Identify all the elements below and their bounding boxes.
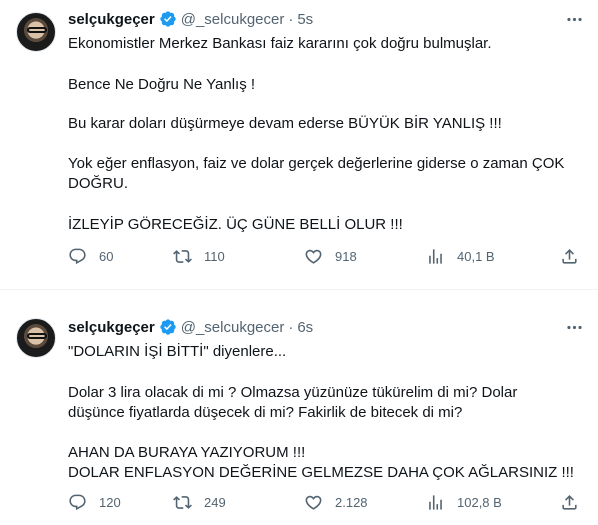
timestamp[interactable]: 5s [297, 11, 313, 28]
retweet-button[interactable]: 249 [173, 493, 226, 512]
retweet-count: 249 [204, 494, 226, 510]
avatar[interactable] [16, 12, 56, 52]
retweet-icon [173, 249, 192, 263]
views-button[interactable]: 102,8 B [426, 493, 502, 512]
timestamp[interactable]: 6s [297, 319, 313, 336]
tweet-paragraph: Bence Ne Doğru Ne Yanlış ! [68, 76, 256, 93]
like-count: 918 [335, 248, 357, 264]
retweet-button[interactable]: 110 [173, 247, 225, 266]
action-bar: 120 249 2.128 102,8 B [64, 492, 582, 512]
separator-dot: · [288, 318, 294, 336]
tweet-header: selçukgeçer @_selcukgecer · 5s [68, 9, 313, 29]
tweet-paragraph: Dolar 3 lira olacak di mi ? Olmazsa yüzü… [68, 384, 522, 421]
reply-button[interactable]: 60 [68, 247, 113, 266]
tweet[interactable]: selçukgeçer @_selcukgecer · 6s "DOLARIN … [0, 290, 598, 525]
like-count: 2.128 [335, 494, 368, 510]
share-button[interactable] [560, 493, 579, 512]
verified-badge-icon [160, 11, 176, 27]
heart-icon [305, 249, 322, 264]
reply-count: 60 [99, 248, 114, 264]
tweet-paragraph: Ekonomistler Merkez Bankası faiz kararın… [68, 35, 492, 52]
reply-count: 120 [99, 494, 121, 510]
tweet-paragraph: AHAN DA BURAYA YAZIYORUM !!! DOLAR ENFLA… [68, 444, 574, 481]
views-chart-icon [429, 248, 442, 264]
action-bar: 60 110 918 40,1 B [64, 246, 582, 266]
views-chart-icon [429, 494, 442, 510]
separator-dot: · [288, 10, 294, 28]
author-name[interactable]: selçukgeçer [68, 11, 155, 28]
author-handle[interactable]: @_selcukgecer [181, 11, 285, 28]
more-options-button[interactable] [564, 317, 584, 337]
like-button[interactable]: 918 [304, 247, 357, 266]
heart-icon [305, 495, 322, 510]
views-count: 40,1 B [457, 248, 495, 264]
tweet-paragraph: "DOLARIN İŞİ BİTTİ" diyenlere... [68, 343, 287, 360]
share-icon [562, 248, 577, 264]
tweet-paragraph: Yok eğer enflasyon, faiz ve dolar gerçek… [68, 155, 569, 192]
reply-icon [69, 494, 86, 510]
tweet-header: selçukgeçer @_selcukgecer · 6s [68, 317, 313, 337]
tweet[interactable]: selçukgeçer @_selcukgecer · 5s Ekonomist… [0, 0, 598, 290]
ellipsis-icon [566, 17, 582, 21]
author-handle[interactable]: @_selcukgecer [181, 319, 285, 336]
verified-badge-icon [160, 319, 176, 335]
tweet-paragraph: İZLEYİP GÖRECEĞİZ. ÜÇ GÜNE BELLİ OLUR !!… [68, 216, 403, 233]
avatar[interactable] [16, 318, 56, 358]
share-button[interactable] [560, 247, 579, 266]
retweet-count: 110 [204, 248, 225, 264]
ellipsis-icon [566, 325, 582, 329]
share-icon [562, 494, 577, 510]
avatar-glasses [27, 27, 47, 33]
tweet-paragraph: Bu karar doları düşürmeye devam ederse B… [68, 115, 502, 132]
views-button[interactable]: 40,1 B [426, 247, 495, 266]
reply-button[interactable]: 120 [68, 493, 121, 512]
like-button[interactable]: 2.128 [304, 493, 368, 512]
more-options-button[interactable] [564, 9, 584, 29]
author-name[interactable]: selçukgeçer [68, 319, 155, 336]
retweet-icon [173, 495, 192, 509]
reply-icon [69, 248, 86, 264]
avatar-glasses [27, 333, 47, 339]
views-count: 102,8 B [457, 494, 502, 510]
